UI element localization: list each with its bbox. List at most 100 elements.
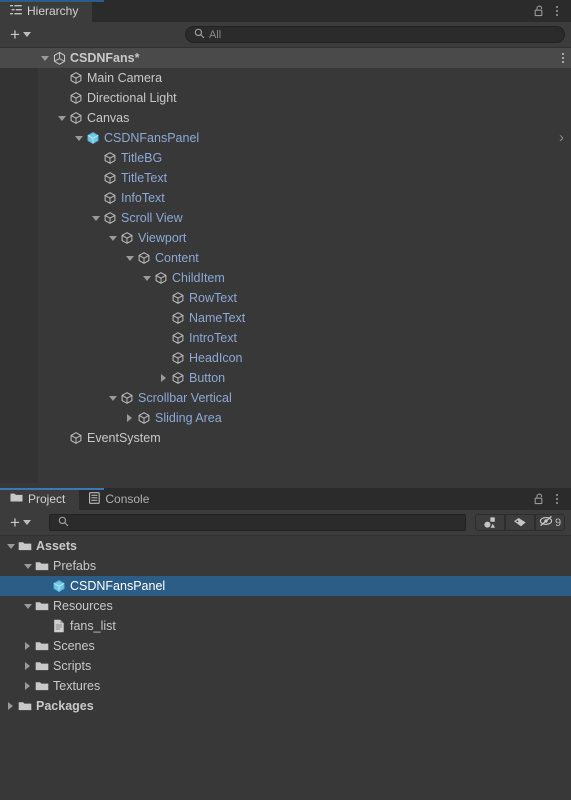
hierarchy-row[interactable]: Button bbox=[0, 368, 571, 388]
disclosure-triangle-collapsed[interactable] bbox=[4, 696, 17, 716]
disclosure-triangle-expanded[interactable] bbox=[38, 48, 51, 68]
row-indent bbox=[0, 576, 38, 596]
project-toolbar: + 9 bbox=[0, 510, 571, 536]
disclosure-triangle-expanded[interactable] bbox=[140, 268, 153, 288]
hierarchy-row[interactable]: RowText bbox=[0, 288, 571, 308]
disclosure-triangle-collapsed[interactable] bbox=[21, 636, 34, 656]
lock-open-icon[interactable] bbox=[531, 490, 547, 508]
open-prefab-chevron-icon[interactable]: › bbox=[559, 130, 571, 145]
tab-project[interactable]: Project bbox=[0, 488, 80, 510]
row-indent bbox=[0, 428, 55, 448]
chevron-down-icon bbox=[22, 520, 31, 525]
kebab-menu-icon[interactable] bbox=[549, 2, 565, 20]
project-row[interactable]: Packages bbox=[0, 696, 571, 716]
hierarchy-row[interactable]: HeadIcon bbox=[0, 348, 571, 368]
project-row[interactable]: Prefabs bbox=[0, 556, 571, 576]
hierarchy-row[interactable]: TitleText bbox=[0, 168, 571, 188]
disclosure-triangle-collapsed[interactable] bbox=[21, 676, 34, 696]
create-asset-button[interactable]: + bbox=[6, 514, 35, 532]
disclosure-triangle-expanded[interactable] bbox=[123, 248, 136, 268]
hierarchy-row[interactable]: IntroText bbox=[0, 328, 571, 348]
hierarchy-row[interactable]: CSDNFans* bbox=[0, 48, 571, 68]
project-search-input[interactable] bbox=[48, 514, 466, 531]
gameobject-icon bbox=[170, 350, 186, 366]
project-row[interactable]: Assets bbox=[0, 536, 571, 556]
disclosure-triangle-expanded[interactable] bbox=[89, 208, 102, 228]
hierarchy-row[interactable]: Content bbox=[0, 248, 571, 268]
disclosure-triangle-collapsed[interactable] bbox=[21, 656, 34, 676]
disclosure-triangle-collapsed[interactable] bbox=[157, 368, 170, 388]
disclosure-triangle-expanded[interactable] bbox=[106, 228, 119, 248]
project-row-label: Resources bbox=[53, 599, 113, 613]
project-tree[interactable]: Assets Prefabs CSDNFansPanel Resources fans_… bbox=[0, 536, 571, 800]
hierarchy-row[interactable]: Sliding Area bbox=[0, 408, 571, 428]
project-row-label: Assets bbox=[36, 539, 77, 553]
search-icon bbox=[194, 28, 205, 42]
disclosure-triangle-expanded[interactable] bbox=[106, 388, 119, 408]
hierarchy-row[interactable]: InfoText bbox=[0, 188, 571, 208]
row-indent bbox=[0, 636, 21, 656]
disclosure-triangle-expanded[interactable] bbox=[55, 108, 68, 128]
tab-hierarchy[interactable]: Hierarchy bbox=[0, 0, 93, 22]
project-tabstrip-actions bbox=[531, 488, 571, 510]
gameobject-icon bbox=[68, 90, 84, 106]
tab-console[interactable]: Console bbox=[79, 488, 163, 510]
row-indent bbox=[0, 616, 38, 636]
tab-console-label: Console bbox=[105, 492, 150, 506]
hierarchy-search-input[interactable]: All bbox=[184, 26, 565, 43]
folder-open-icon bbox=[17, 538, 33, 554]
hidden-assets-toggle[interactable]: 9 bbox=[535, 514, 565, 531]
disclosure-triangle-expanded[interactable] bbox=[72, 128, 85, 148]
row-indent bbox=[0, 556, 21, 576]
project-row-label: Scripts bbox=[53, 659, 92, 673]
hierarchy-row[interactable]: Viewport bbox=[0, 228, 571, 248]
kebab-menu-icon[interactable] bbox=[549, 490, 565, 508]
gameobject-icon bbox=[119, 230, 135, 246]
gameobject-icon bbox=[170, 330, 186, 346]
hierarchy-row[interactable]: TitleBG bbox=[0, 148, 571, 168]
hierarchy-row[interactable]: Scroll View bbox=[0, 208, 571, 228]
hierarchy-row[interactable]: EventSystem bbox=[0, 428, 571, 448]
filter-by-label-icon[interactable] bbox=[505, 514, 535, 531]
gameobject-icon bbox=[68, 430, 84, 446]
project-row[interactable]: Scripts bbox=[0, 656, 571, 676]
disclosure-triangle-expanded[interactable] bbox=[21, 556, 34, 576]
project-panel: Project Console + 9 Assets Prefabs CSDNF… bbox=[0, 488, 571, 800]
row-indent bbox=[0, 408, 123, 428]
disclosure-triangle-expanded[interactable] bbox=[21, 596, 34, 616]
filter-by-type-icon[interactable] bbox=[475, 514, 505, 531]
disclosure-triangle-collapsed[interactable] bbox=[123, 408, 136, 428]
project-row[interactable]: Scenes bbox=[0, 636, 571, 656]
hierarchy-row[interactable]: Directional Light bbox=[0, 88, 571, 108]
project-row[interactable]: fans_list bbox=[0, 616, 571, 636]
hierarchy-row-label: Scrollbar Vertical bbox=[138, 391, 232, 405]
prefab-cube-icon bbox=[85, 130, 101, 146]
folder-icon bbox=[17, 698, 33, 714]
gameobject-icon bbox=[102, 210, 118, 226]
lock-open-icon[interactable] bbox=[531, 2, 547, 20]
disclosure-triangle-expanded[interactable] bbox=[4, 536, 17, 556]
hierarchy-row[interactable]: Scrollbar Vertical bbox=[0, 388, 571, 408]
scene-context-menu-icon[interactable] bbox=[562, 53, 571, 63]
hierarchy-row[interactable]: NameText bbox=[0, 308, 571, 328]
hierarchy-row[interactable]: CSDNFansPanel › bbox=[0, 128, 571, 148]
project-row[interactable]: Resources bbox=[0, 596, 571, 616]
hierarchy-row[interactable]: Main Camera bbox=[0, 68, 571, 88]
tab-hierarchy-label: Hierarchy bbox=[27, 4, 79, 18]
gameobject-icon bbox=[170, 310, 186, 326]
create-gameobject-button[interactable]: + bbox=[6, 26, 35, 44]
hierarchy-toolbar: + All bbox=[0, 22, 571, 48]
hierarchy-row-label: Directional Light bbox=[87, 91, 177, 105]
row-indent bbox=[0, 228, 106, 248]
hierarchy-row[interactable]: Canvas bbox=[0, 108, 571, 128]
search-icon bbox=[58, 516, 69, 530]
hierarchy-row[interactable]: ChildItem bbox=[0, 268, 571, 288]
hierarchy-tree[interactable]: CSDNFans* Main Camera Directional Light Can… bbox=[0, 48, 571, 483]
hierarchy-row-label: IntroText bbox=[189, 331, 237, 345]
hidden-assets-count: 9 bbox=[554, 516, 562, 529]
project-row[interactable]: Textures bbox=[0, 676, 571, 696]
gameobject-icon bbox=[136, 250, 152, 266]
project-row[interactable]: CSDNFansPanel bbox=[0, 576, 571, 596]
